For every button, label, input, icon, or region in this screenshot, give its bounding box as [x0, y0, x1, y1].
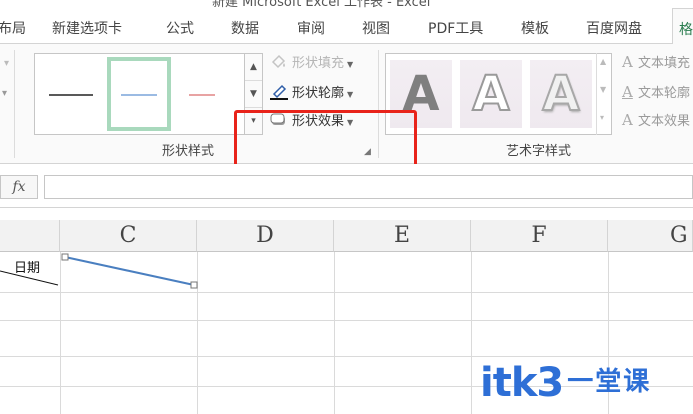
- gallery-more-icon[interactable]: ▾: [600, 113, 604, 122]
- tab-new-tab[interactable]: 新建选项卡: [52, 18, 122, 38]
- diagonal-cell-border: [0, 270, 59, 286]
- shape-fill-button[interactable]: 形状填充 ▼: [270, 52, 353, 71]
- tab-formulas[interactable]: 公式: [166, 18, 194, 38]
- shape-outline-button[interactable]: 形状轮廓 ▼: [270, 82, 353, 101]
- wordart-style-gallery[interactable]: A A A: [385, 53, 612, 135]
- shape-style-gallery[interactable]: [34, 53, 263, 135]
- text-outline-icon: A: [622, 83, 633, 101]
- text-effects-button[interactable]: A 文本效果: [622, 110, 690, 129]
- insert-function-button[interactable]: fx: [0, 175, 38, 199]
- collapsed-group-fragment: ▾: [4, 58, 10, 69]
- shape-styles-group-label: 形状样式: [162, 144, 215, 159]
- ribbon: ▾ ▾ ▲ ▼ ▾ 形状填充 ▼ 形状轮廓 ▼ 形状效果 ▼ 形状样式 ◢ A …: [0, 44, 693, 192]
- watermark-brand: itk3: [480, 360, 564, 406]
- site-watermark: itk3 一堂课: [480, 360, 651, 406]
- wordart-style-item-shadow[interactable]: A: [530, 60, 592, 128]
- wordart-scroll-control[interactable]: ▲ ▼ ▾: [596, 53, 612, 135]
- tab-templates[interactable]: 模板: [521, 18, 549, 38]
- style-line-sample: [49, 94, 93, 96]
- text-effects-icon: A: [622, 111, 633, 129]
- chevron-down-icon: ▼: [347, 60, 354, 69]
- group-separator: [14, 50, 15, 158]
- paint-bucket-icon: [270, 54, 288, 70]
- wordart-styles-group-label: 艺术字样式: [506, 144, 572, 159]
- line-start-handle[interactable]: [61, 253, 69, 261]
- text-outline-button[interactable]: A 文本轮廓: [622, 82, 690, 101]
- gallery-scroll-up-icon[interactable]: ▲: [600, 57, 606, 66]
- ribbon-tab-bar: 布局 新建选项卡 公式 数据 审阅 视图 PDF工具 模板 百度网盘 格式: [0, 8, 693, 45]
- tab-view[interactable]: 视图: [362, 18, 390, 38]
- tab-data[interactable]: 数据: [231, 18, 259, 38]
- shape-style-item-red[interactable]: [179, 57, 239, 131]
- shape-fill-label: 形状填充: [292, 56, 345, 71]
- text-effects-label: 文本效果: [638, 114, 691, 129]
- shape-style-item-dark[interactable]: [39, 57, 103, 131]
- chevron-down-icon: ▼: [347, 90, 354, 99]
- window-title: 新建 Microsoft Excel 工作表 - Excel: [212, 0, 431, 8]
- text-fill-icon: A: [622, 53, 633, 71]
- text-fill-label: 文本填充: [638, 56, 691, 71]
- watermark-tagline: 一堂课: [567, 367, 652, 397]
- gallery-scroll-down-icon[interactable]: ▼: [245, 81, 262, 108]
- formula-bar: fx: [0, 164, 693, 208]
- title-bar: 新建 Microsoft Excel 工作表 - Excel: [0, 0, 693, 8]
- collapsed-group-fragment-2: ▾: [2, 88, 8, 99]
- tab-review[interactable]: 审阅: [297, 18, 325, 38]
- style-line-sample: [121, 94, 157, 96]
- text-outline-label: 文本轮廓: [638, 86, 691, 101]
- tab-baidu-netdisk[interactable]: 百度网盘: [586, 18, 642, 38]
- shape-style-item-blue[interactable]: [107, 57, 171, 131]
- selected-line-shape[interactable]: [64, 256, 195, 286]
- formula-input[interactable]: [44, 175, 693, 199]
- shape-outline-label: 形状轮廓: [292, 86, 345, 101]
- tab-format[interactable]: 格式: [672, 8, 693, 45]
- gallery-scroll-down-icon[interactable]: ▼: [600, 85, 606, 94]
- text-fill-button[interactable]: A 文本填充: [622, 52, 690, 71]
- pen-outline-icon: [270, 84, 288, 100]
- wordart-style-item-outline[interactable]: A: [460, 60, 522, 128]
- line-end-handle[interactable]: [190, 281, 198, 289]
- tab-pdf-tools[interactable]: PDF工具: [428, 18, 483, 38]
- tab-layout[interactable]: 布局: [0, 18, 26, 38]
- gallery-scroll-up-icon[interactable]: ▲: [245, 54, 262, 81]
- style-line-sample: [189, 94, 215, 96]
